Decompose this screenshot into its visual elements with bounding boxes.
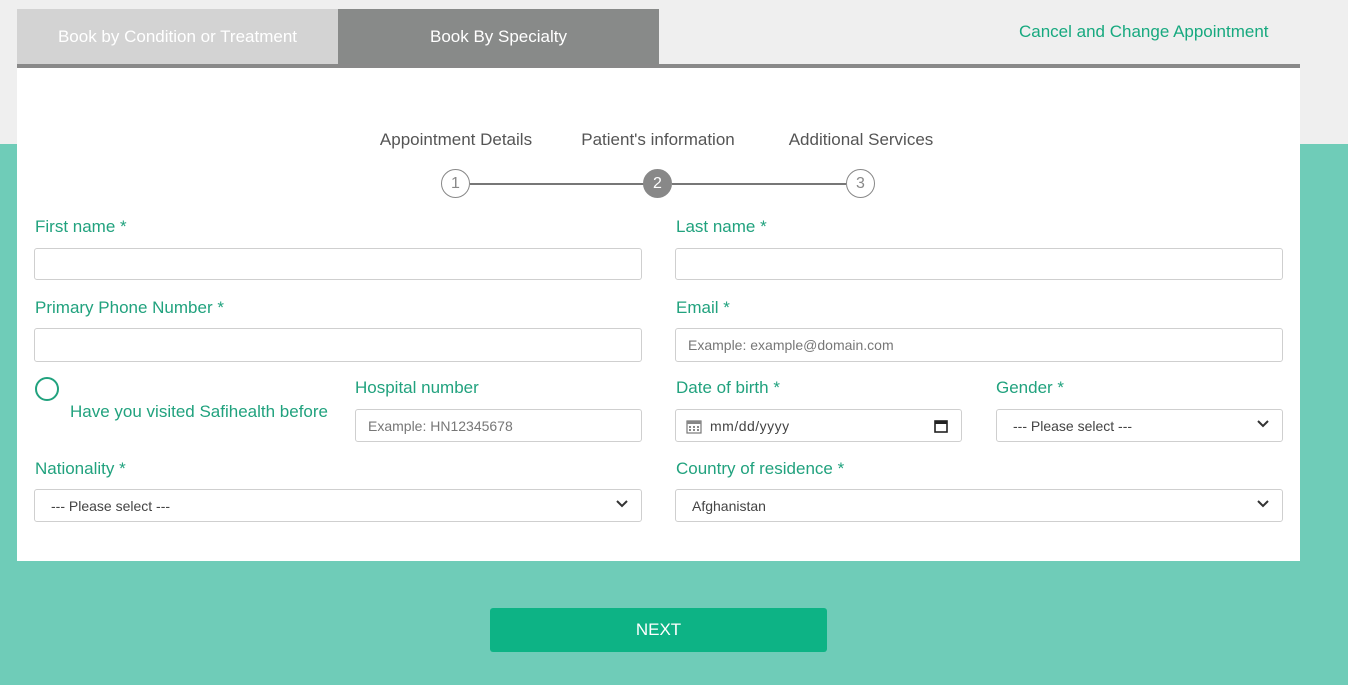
country-label: Country of residence * — [676, 459, 845, 478]
dob-value: mm/dd/yyyy — [710, 417, 790, 434]
step-label-appointment-details: Appointment Details — [379, 130, 533, 149]
nationality-label: Nationality * — [35, 459, 126, 478]
step-connector — [672, 183, 846, 185]
nationality-selected-value: --- Please select --- — [51, 497, 171, 514]
step-circle-1: 1 — [441, 169, 470, 198]
first-name-input[interactable] — [34, 248, 642, 280]
last-name-input[interactable] — [675, 248, 1283, 280]
step-circle-3: 3 — [846, 169, 875, 198]
phone-label: Primary Phone Number * — [35, 298, 224, 317]
step-label-additional-services: Additional Services — [788, 130, 934, 149]
gender-select[interactable]: --- Please select --- — [996, 409, 1283, 442]
chevron-down-icon — [1257, 420, 1269, 428]
visited-before-radio[interactable] — [35, 377, 59, 401]
gender-label: Gender * — [996, 378, 1065, 397]
booking-tabs: Book by Condition or Treatment Book By S… — [17, 9, 659, 64]
tab-book-by-specialty[interactable]: Book By Specialty — [338, 9, 659, 64]
tab-book-by-condition[interactable]: Book by Condition or Treatment — [17, 9, 338, 64]
first-name-label: First name * — [35, 217, 127, 236]
phone-input[interactable] — [34, 328, 642, 362]
calendar-icon — [686, 419, 702, 434]
nationality-select[interactable]: --- Please select --- — [34, 489, 642, 522]
country-selected-value: Afghanistan — [692, 497, 766, 514]
country-select[interactable]: Afghanistan — [675, 489, 1283, 522]
last-name-label: Last name * — [676, 217, 767, 236]
next-button[interactable]: NEXT — [490, 608, 827, 652]
chevron-down-icon — [616, 500, 628, 508]
email-label: Email * — [676, 298, 730, 317]
chevron-down-icon — [1257, 500, 1269, 508]
visited-before-label: Have you visited Safihealth before — [70, 402, 328, 421]
dob-input[interactable]: mm/dd/yyyy — [675, 409, 962, 442]
hospital-number-label: Hospital number — [355, 378, 479, 397]
step-circle-2: 2 — [643, 169, 672, 198]
cancel-change-appointment-link[interactable]: Cancel and Change Appointment — [1019, 22, 1269, 42]
date-picker-icon[interactable] — [934, 419, 948, 433]
email-input[interactable] — [675, 328, 1283, 362]
step-label-patient-information: Patient's information — [581, 130, 735, 149]
gender-selected-value: --- Please select --- — [1013, 417, 1133, 434]
dob-label: Date of birth * — [676, 378, 780, 397]
step-connector — [470, 183, 644, 185]
hospital-number-input[interactable] — [355, 409, 642, 442]
